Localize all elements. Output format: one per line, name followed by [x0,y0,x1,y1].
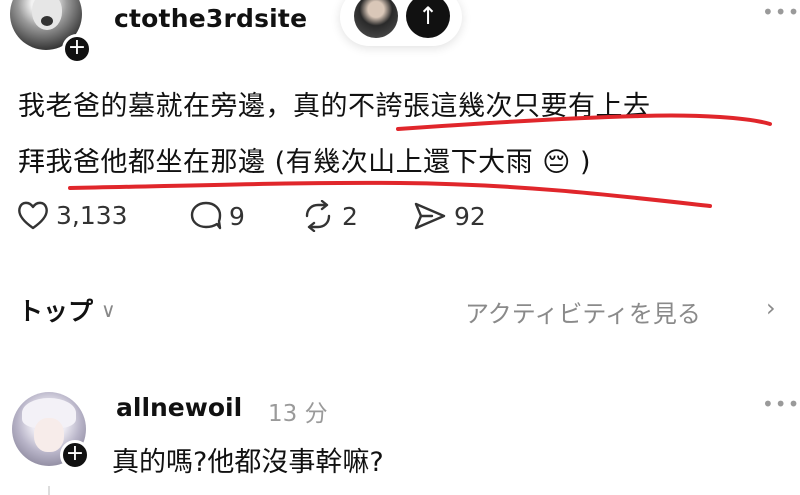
follow-plus-icon[interactable]: + [62,34,92,64]
post-text-line2-end: ) [579,147,592,178]
red-underline-2 [68,180,712,208]
reply-timestamp: 13 分 [268,401,328,427]
view-activity-link[interactable]: アクティビティを見る [465,294,701,329]
avatar-mouth [41,16,53,26]
reply-text: 真的嗎?他都沒事幹嘛? [112,447,384,478]
sort-top-label: トップ [18,297,94,326]
send-icon [414,202,446,230]
sort-top-dropdown[interactable]: トップ ∨ [18,292,116,328]
post-author-username[interactable]: ctothe3rdsite [114,4,307,33]
like-count: 3,133 [56,200,128,230]
chevron-down-icon: ∨ [101,298,116,322]
comment-count: 9 [229,201,245,231]
repost-button[interactable]: 2 [300,200,358,232]
repost-count: 2 [342,201,358,231]
share-count: 92 [454,201,486,231]
comment-bubble-icon [190,201,222,230]
arrow-up-icon[interactable]: ↑ [406,0,450,38]
post-text-line2: 拜我爸他都坐在那邊 (有幾次山上還下大雨 😔 ) [18,140,591,179]
reply-author-username[interactable]: allnewoil [116,393,242,422]
more-options-icon[interactable]: ••• [762,392,800,416]
heart-icon [18,201,48,230]
share-button[interactable]: 92 [412,200,486,232]
thread-line [48,486,50,495]
chevron-right-icon[interactable]: › [766,294,776,322]
comment-button[interactable]: 9 [189,200,245,232]
pensive-face-emoji: 😔 [542,147,571,178]
more-options-icon[interactable]: ••• [762,0,800,24]
new-posts-pill[interactable]: ↑ [340,0,462,46]
post-text-line2-body: 拜我爸他都坐在那邊 (有幾次山上還下大雨 [18,147,534,178]
avatar-face [34,418,64,452]
repost-icon [305,200,331,232]
post-text-line1: 我老爸的墓就在旁邊，真的不誇張這幾次只要有上去 [18,91,651,122]
follow-plus-icon[interactable]: + [60,440,90,470]
like-button[interactable]: 3,133 [16,200,128,230]
pill-avatar [354,0,398,38]
